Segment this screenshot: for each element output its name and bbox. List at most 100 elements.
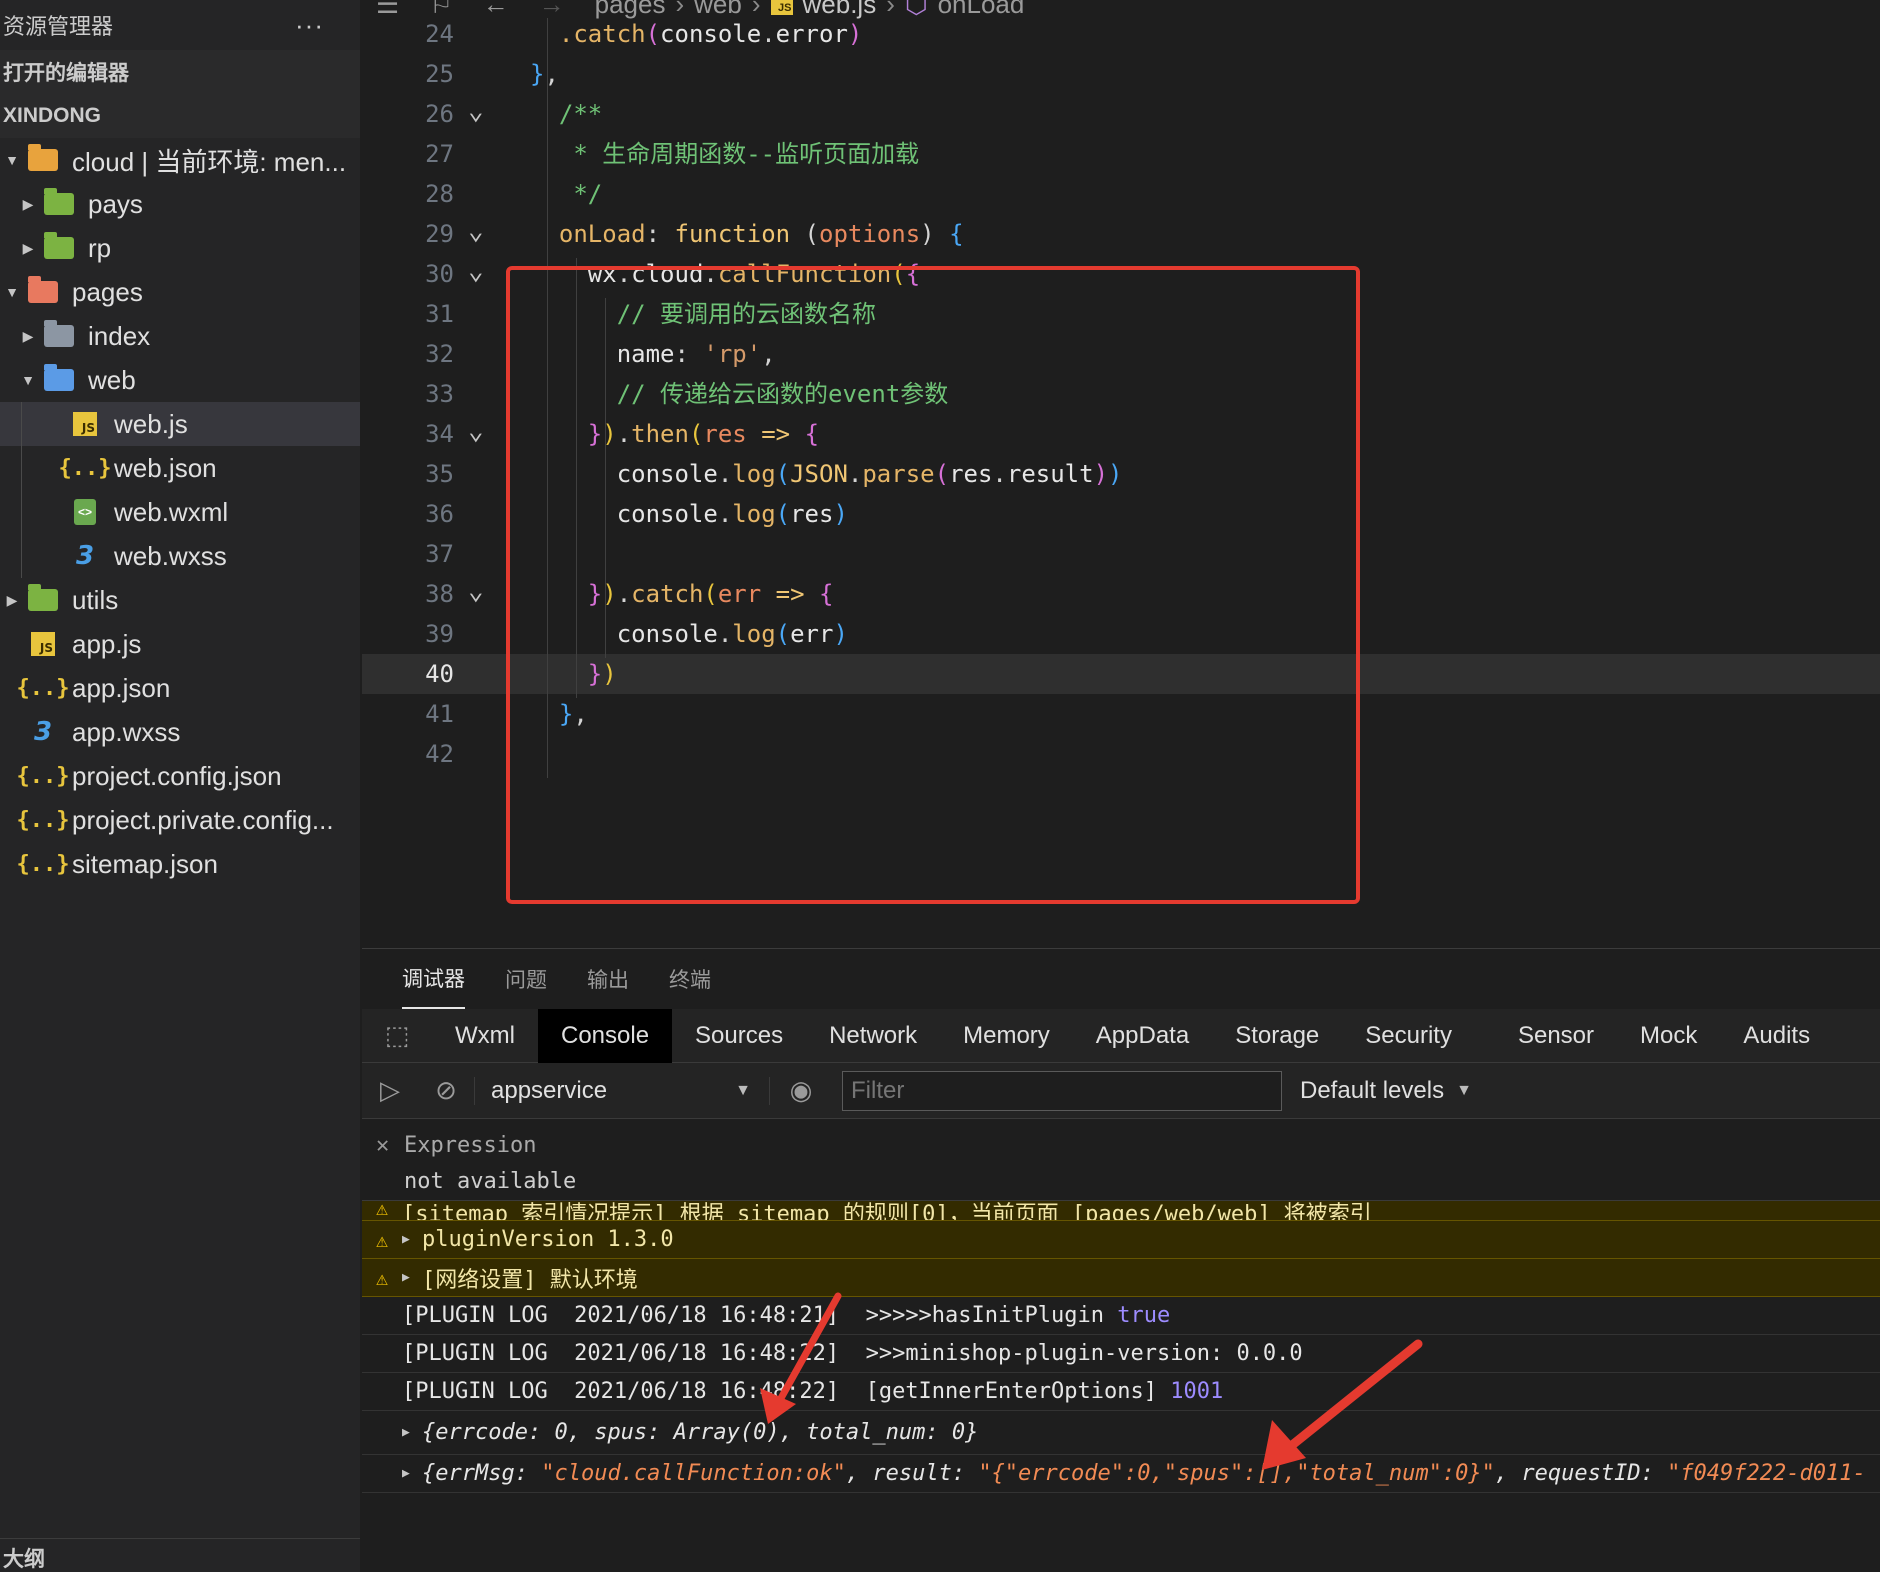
devtools-tab-mock[interactable]: Mock xyxy=(1617,1009,1720,1063)
filter-input[interactable] xyxy=(842,1070,1282,1111)
chevron-down-icon[interactable]: ▼ xyxy=(2,284,22,300)
expand-triangle-icon[interactable]: ▶ xyxy=(402,1232,418,1247)
tab-debugger[interactable]: 调试器 xyxy=(402,949,465,1009)
code-line[interactable]: 30 ⌄ wx.cloud.callFunction({ xyxy=(362,254,1880,294)
devtools-tab-storage[interactable]: Storage xyxy=(1212,1009,1342,1063)
code-line[interactable]: 24 .catch(console.error) xyxy=(362,14,1880,54)
line-number: 26 xyxy=(425,100,454,128)
code-line[interactable]: 28 */ xyxy=(362,174,1880,214)
css-file-icon: 3 xyxy=(28,717,58,747)
code-line[interactable]: 33 // 传递给云函数的event参数 xyxy=(362,374,1880,414)
context-select[interactable]: appservice ▼ xyxy=(474,1076,770,1105)
code-text: onLoad: function (options) { xyxy=(559,214,964,254)
console-warning[interactable]: ⚠ ▶ pluginVersion 1.3.0 xyxy=(362,1221,1880,1259)
expand-triangle-icon[interactable]: ▶ xyxy=(402,1466,418,1481)
tree-item[interactable]: JS app.js xyxy=(0,622,360,666)
code-editor[interactable]: ☰ ⚐ ← → pages › web › JS web.js › ⬡ onLo… xyxy=(362,0,1880,948)
devtools-tab-sensor[interactable]: Sensor xyxy=(1495,1009,1617,1063)
chevron-right-icon[interactable]: ▶ xyxy=(18,240,38,257)
chevron-down-icon[interactable]: ▼ xyxy=(18,372,38,388)
fold-chevron-icon[interactable]: ⌄ xyxy=(468,98,484,124)
tree-item[interactable]: {..} project.private.config... xyxy=(0,798,360,842)
devtools-tab-audits[interactable]: Audits xyxy=(1720,1009,1833,1063)
code-line[interactable]: 40}) xyxy=(362,654,1880,694)
devtools-tab-console[interactable]: Console xyxy=(537,1008,673,1063)
expand-triangle-icon[interactable]: ▶ xyxy=(402,1425,418,1440)
code-line[interactable]: 39 console.log(err) xyxy=(362,614,1880,654)
code-line[interactable]: 29 ⌄ onLoad: function (options) { xyxy=(362,214,1880,254)
devtools-tab-sources[interactable]: Sources xyxy=(672,1009,806,1063)
tree-item-label: web.js xyxy=(114,408,188,439)
expand-triangle-icon[interactable]: ▶ xyxy=(402,1270,418,1285)
inspect-element-icon[interactable]: ⬚ xyxy=(362,1020,432,1051)
tree-item[interactable]: {..} web.json xyxy=(0,446,360,490)
tree-item[interactable]: ▶ index xyxy=(0,314,360,358)
line-number: 30 xyxy=(425,260,454,288)
tab-problems[interactable]: 问题 xyxy=(505,950,547,1008)
tree-item[interactable]: ▶ rp xyxy=(0,226,360,270)
tree-item[interactable]: ▼ web xyxy=(0,358,360,402)
console-object-log[interactable]: ▶ {errMsg: "cloud.callFunction:ok", resu… xyxy=(362,1455,1880,1493)
fold-chevron-icon[interactable]: ⌄ xyxy=(468,578,484,604)
log-text: [PLUGIN LOG 2021/06/18 16:48:22] [getInn… xyxy=(402,1379,1171,1404)
chevron-down-icon[interactable]: ▼ xyxy=(2,152,22,168)
devtools-tab-wxml[interactable]: Wxml xyxy=(432,1009,538,1063)
code-line[interactable]: 38 ⌄}).catch(err => { xyxy=(362,574,1880,614)
console-object-log[interactable]: ▶ {errcode: 0, spus: Array(0), total_num… xyxy=(362,1411,1880,1455)
tab-output[interactable]: 输出 xyxy=(587,950,629,1008)
code-line[interactable]: 31 // 要调用的云函数名称 xyxy=(362,294,1880,334)
tree-item[interactable]: ▼ pages xyxy=(0,270,360,314)
tree-item[interactable]: ▼ cloud | 当前环境: men... xyxy=(0,138,360,182)
tree-item[interactable]: {..} sitemap.json xyxy=(0,842,360,886)
chevron-right-icon[interactable]: ▶ xyxy=(18,196,38,213)
chevron-right-icon[interactable]: ▶ xyxy=(2,592,22,609)
code-line[interactable]: 27 * 生命周期函数--监听页面加载 xyxy=(362,134,1880,174)
outline-section[interactable]: 大纲 xyxy=(0,1538,360,1572)
code-token: ) xyxy=(833,500,848,528)
more-actions-icon[interactable]: ··· xyxy=(295,10,324,41)
console-output[interactable]: ⚠ [sitemap 索引情况提示] 根据 sitemap 的规则[0]，当前页… xyxy=(362,1201,1880,1501)
console-prompt[interactable]: › xyxy=(362,1493,1880,1502)
console-warning[interactable]: ⚠ ▶ [网络设置] 默认环境 xyxy=(362,1259,1880,1297)
devtools-tab-appdata[interactable]: AppData xyxy=(1073,1009,1212,1063)
tree-item[interactable]: 3 web.wxss xyxy=(0,534,360,578)
tab-terminal[interactable]: 终端 xyxy=(669,950,711,1008)
clear-console-icon[interactable]: ⊘ xyxy=(418,1075,474,1106)
tree-item[interactable]: <> web.wxml xyxy=(0,490,360,534)
js-file-icon: JS xyxy=(70,411,100,437)
code-line[interactable]: 37 xyxy=(362,534,1880,574)
fold-chevron-icon[interactable]: ⌄ xyxy=(468,418,484,444)
code-line[interactable]: 25}, xyxy=(362,54,1880,94)
log-levels-dropdown[interactable]: Default levels ▼ xyxy=(1300,1077,1472,1105)
code-line[interactable]: 34 ⌄}).then(res => { xyxy=(362,414,1880,454)
sidebar-toggle-icon[interactable]: ▷ xyxy=(362,1075,418,1106)
code-line[interactable]: 42 xyxy=(362,734,1880,774)
project-section[interactable]: XINDONG xyxy=(0,94,360,138)
tree-item[interactable]: ▶ pays xyxy=(0,182,360,226)
code-line[interactable]: 36 console.log(res) xyxy=(362,494,1880,534)
code-line[interactable]: 35 console.log(JSON.parse(res.result)) xyxy=(362,454,1880,494)
code-text: console.log(JSON.parse(res.result)) xyxy=(617,454,1123,494)
devtools-tab-network[interactable]: Network xyxy=(806,1009,940,1063)
devtools-tab-memory[interactable]: Memory xyxy=(940,1009,1073,1063)
code-line[interactable]: 32 name: 'rp', xyxy=(362,334,1880,374)
devtools-tab-security[interactable]: Security xyxy=(1342,1009,1475,1063)
fold-chevron-icon[interactable]: ⌄ xyxy=(468,218,484,244)
open-editors-section[interactable]: 打开的编辑器 xyxy=(0,50,360,94)
line-number: 35 xyxy=(425,460,454,488)
code-line[interactable]: 26 ⌄ /** xyxy=(362,94,1880,134)
chevron-right-icon[interactable]: ▶ xyxy=(18,328,38,345)
close-icon[interactable]: ✕ xyxy=(376,1133,404,1158)
fold-chevron-icon[interactable]: ⌄ xyxy=(468,258,484,284)
tree-item[interactable]: {..} project.config.json xyxy=(0,754,360,798)
tree-item-label: pays xyxy=(88,188,143,219)
tree-item[interactable]: {..} app.json xyxy=(0,666,360,710)
line-number: 40 xyxy=(425,660,454,688)
tree-item[interactable]: 3 app.wxss xyxy=(0,710,360,754)
code-line[interactable]: 41}, xyxy=(362,694,1880,734)
tree-item[interactable]: ▶ utils xyxy=(0,578,360,622)
code-token: } xyxy=(587,580,603,608)
expression-value: not available xyxy=(404,1168,577,1194)
eye-icon[interactable]: ◉ xyxy=(770,1075,832,1106)
tree-item[interactable]: JS web.js xyxy=(0,402,360,446)
